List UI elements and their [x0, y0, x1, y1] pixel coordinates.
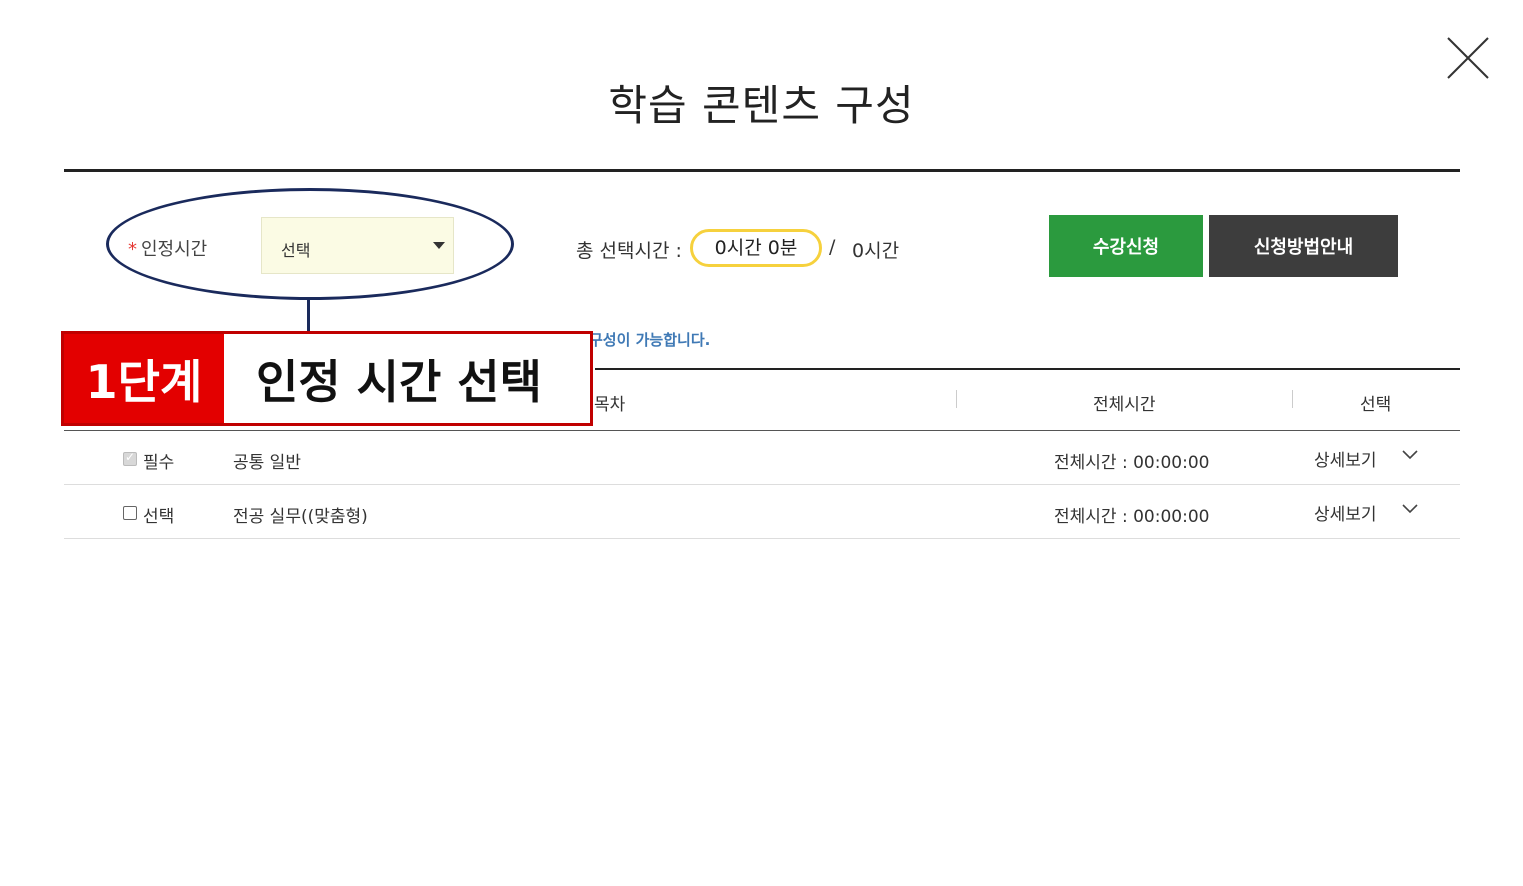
row-type: 선택 — [143, 507, 175, 527]
row-checkbox[interactable] — [123, 506, 137, 520]
header-total-time: 전체시간 — [1093, 395, 1156, 415]
table-top-divider — [595, 368, 1460, 370]
row-name: 공통 일반 — [233, 453, 301, 473]
detail-link[interactable]: 상세보기 — [1314, 446, 1377, 471]
step-description: 인정 시간 선택 — [256, 354, 542, 409]
header-divider — [1292, 390, 1293, 408]
row-type: 필수 — [143, 453, 175, 473]
cert-time-label-text: 인정시간 — [141, 239, 208, 260]
row-checkbox[interactable] — [123, 450, 137, 466]
max-time-value: 0시간 — [852, 240, 900, 262]
callout-connector — [307, 299, 310, 333]
row-total-time: 전체시간 : 00:00:00 — [1054, 453, 1210, 473]
page-title: 학습 콘텐츠 구성 — [608, 81, 915, 130]
header-select: 선택 — [1360, 395, 1392, 415]
title-divider — [64, 169, 1460, 172]
notice-text: 구성이 가능합니다. — [589, 331, 711, 349]
caret-down-icon — [433, 242, 445, 249]
required-mark: * — [128, 239, 137, 260]
step-callout: 1단계 인정 시간 선택 — [61, 331, 593, 426]
cert-time-label: * 인정시간 — [128, 235, 207, 261]
table-row: 선택 전공 실무((맞춤형) 전체시간 : 00:00:00 상세보기 — [64, 485, 1460, 539]
row-total-time: 전체시간 : 00:00:00 — [1054, 507, 1210, 527]
cert-time-select-value: 선택 — [281, 241, 311, 260]
time-separator: / — [829, 236, 836, 258]
apply-button[interactable]: 수강신청 — [1049, 215, 1203, 277]
selected-time-value: 0시간 0분 — [690, 229, 822, 267]
step-number: 1단계 — [64, 334, 224, 423]
row-name: 전공 실무((맞춤형) — [233, 507, 368, 527]
guide-button[interactable]: 신청방법안내 — [1209, 215, 1398, 277]
cert-time-select[interactable]: 선택 — [261, 217, 454, 274]
detail-link[interactable]: 상세보기 — [1314, 500, 1377, 525]
total-selected-label: 총 선택시간 : — [576, 240, 682, 262]
chevron-down-icon[interactable] — [1400, 445, 1420, 465]
chevron-down-icon[interactable] — [1400, 499, 1420, 519]
header-contents: 목차 — [594, 395, 626, 415]
header-divider — [956, 390, 957, 408]
table-row: 필수 공통 일반 전체시간 : 00:00:00 상세보기 — [64, 431, 1460, 485]
